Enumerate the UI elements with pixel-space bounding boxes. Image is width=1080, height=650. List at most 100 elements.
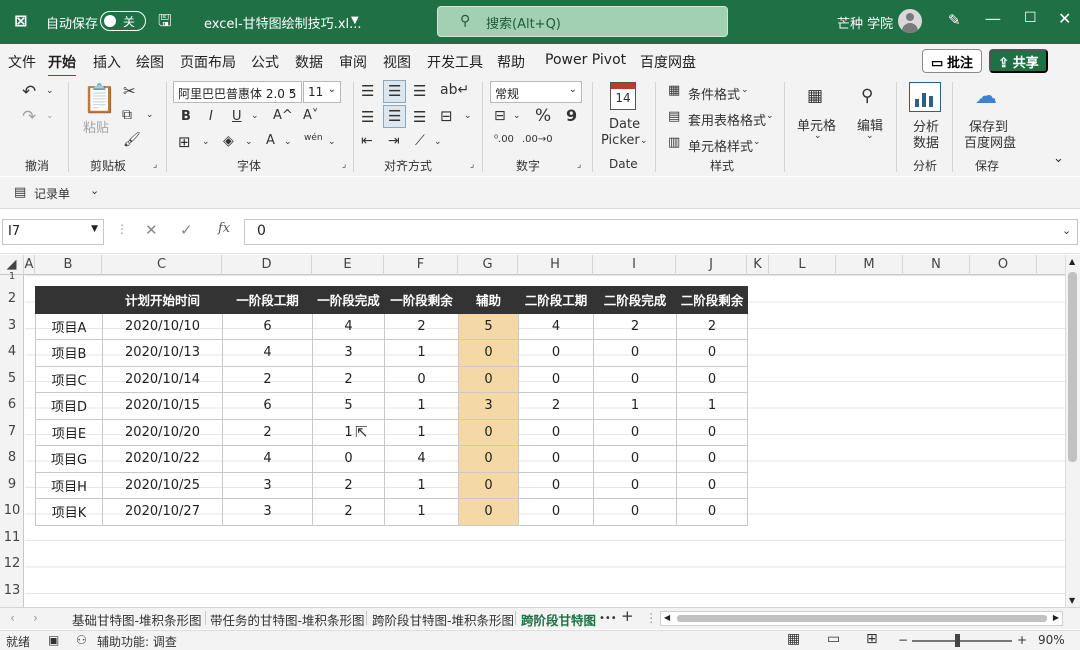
underline-chevron-icon[interactable]: ⌄ — [251, 111, 259, 121]
insert-function-button[interactable]: fx — [218, 221, 230, 236]
table-cell[interactable]: 2 — [676, 312, 748, 340]
table-cell[interactable]: 项目H — [35, 471, 103, 499]
currency-chevron-icon[interactable]: ⌄ — [513, 111, 521, 121]
row-header[interactable]: 11 — [0, 530, 24, 545]
merge-center-icon[interactable]: ⊟ — [440, 107, 453, 125]
column-header-a[interactable]: A — [24, 255, 35, 275]
editing-chevron-icon[interactable]: ⌄ — [866, 131, 874, 141]
font-launcher-icon[interactable]: ⌟ — [342, 160, 346, 170]
page-break-view-icon[interactable]: ⊞ — [866, 631, 878, 647]
header-cell[interactable]: 辅助 — [458, 286, 519, 314]
zoom-level[interactable]: 90% — [1038, 633, 1065, 647]
font-size-select[interactable]: 11 ⌄ — [303, 81, 341, 103]
undo-icon[interactable]: ↶ — [22, 82, 36, 102]
date-picker-chevron-icon[interactable]: ⌄ — [640, 136, 648, 146]
share-button[interactable]: ⇪ 共享 — [989, 49, 1048, 73]
table-cell[interactable]: 1 — [593, 392, 677, 420]
table-format-icon[interactable]: ▤ — [668, 109, 680, 124]
table-cell[interactable]: 0 — [593, 365, 677, 393]
table-cell[interactable]: 0 — [676, 498, 748, 526]
table-cell[interactable]: 0 — [676, 471, 748, 499]
copy-chevron-icon[interactable]: ⌄ — [146, 110, 154, 120]
table-cell[interactable]: 1 — [384, 418, 459, 446]
cells-chevron-icon[interactable]: ⌄ — [814, 131, 822, 141]
table-cell[interactable]: 4 — [518, 312, 594, 340]
comment-button[interactable]: ▭ 批注 — [922, 49, 982, 73]
accessibility-icon[interactable]: ⚇ — [76, 633, 87, 647]
row-header[interactable]: 7 — [0, 424, 24, 439]
menu-developer[interactable]: 开发工具 — [427, 52, 483, 72]
row-header[interactable]: 8 — [0, 450, 24, 465]
aux-cell[interactable]: 0 — [458, 498, 519, 526]
underline-button[interactable]: U — [232, 109, 242, 124]
table-cell[interactable]: 2 — [312, 365, 385, 393]
clipboard-launcher-icon[interactable]: ⌟ — [153, 160, 157, 170]
find-icon[interactable]: ⚲ — [861, 86, 873, 106]
header-cell[interactable]: 一阶段完成 — [312, 286, 385, 314]
menu-draw[interactable]: 绘图 — [136, 52, 164, 72]
aux-cell[interactable]: 0 — [458, 445, 519, 473]
column-header-n[interactable]: N — [903, 255, 970, 275]
header-cell[interactable]: 二阶段工期 — [518, 286, 594, 314]
align-right-icon[interactable]: ☰ — [413, 108, 426, 126]
table-cell[interactable]: 项目D — [35, 392, 103, 420]
pen-icon[interactable]: ✎ — [948, 11, 961, 29]
table-cell[interactable]: 2020/10/25 — [102, 471, 223, 499]
menu-review[interactable]: 审阅 — [339, 52, 367, 72]
row-header[interactable]: 1 — [0, 271, 24, 282]
table-cell[interactable]: 0 — [593, 445, 677, 473]
table-cell[interactable]: 0 — [518, 445, 594, 473]
user-name[interactable]: 芒种 学院 — [837, 13, 893, 32]
fill-color-icon[interactable]: ◈ — [223, 133, 234, 149]
table-cell[interactable]: 0 — [518, 471, 594, 499]
table-cell[interactable]: 项目B — [35, 339, 103, 367]
table-cell[interactable]: 0 — [676, 418, 748, 446]
table-cell[interactable]: 1 — [312, 418, 385, 446]
table-cell[interactable]: 项目E — [35, 418, 103, 446]
table-cell[interactable]: 6 — [222, 312, 313, 340]
border-chevron-icon[interactable]: ⌄ — [202, 137, 210, 147]
formula-input[interactable]: 0 — [244, 219, 1078, 245]
table-cell[interactable]: 3 — [312, 339, 385, 367]
customize-qat-icon[interactable]: ⌄ — [90, 184, 99, 197]
cell-style-icon[interactable]: ▥ — [668, 135, 680, 150]
cells-icon[interactable]: ▦ — [807, 86, 823, 106]
form-icon[interactable]: ▤ — [14, 185, 26, 200]
table-cell[interactable]: 2020/10/15 — [102, 392, 223, 420]
shrink-font-button[interactable]: A˅ — [303, 108, 318, 123]
close-icon[interactable]: ✕ — [1058, 9, 1071, 28]
column-header-m[interactable]: M — [836, 255, 903, 275]
table-cell[interactable]: 0 — [676, 365, 748, 393]
save-icon[interactable]: 🖫 — [158, 10, 172, 37]
decrease-indent-icon[interactable]: ⇤ — [361, 133, 373, 149]
table-cell[interactable]: 0 — [676, 339, 748, 367]
cell-style-button[interactable]: 单元格样式 — [688, 136, 753, 155]
alignment-launcher-icon[interactable]: ⌟ — [470, 160, 474, 170]
table-cell[interactable]: 4 — [222, 339, 313, 367]
redo-icon[interactable]: ↷ — [22, 107, 36, 127]
align-middle-icon[interactable]: ☰ — [388, 82, 401, 100]
table-cell[interactable]: 0 — [518, 498, 594, 526]
zoom-slider-track[interactable] — [912, 640, 1012, 642]
filename-chevron-icon[interactable]: ▼ — [351, 15, 359, 26]
menu-view[interactable]: 视图 — [383, 52, 411, 72]
merge-chevron-icon[interactable]: ⌄ — [464, 111, 472, 121]
table-cell[interactable]: 4 — [384, 445, 459, 473]
aux-cell[interactable]: 0 — [458, 365, 519, 393]
baidu-cloud-icon[interactable]: ☁ — [975, 84, 997, 109]
analyze-data-icon[interactable] — [909, 82, 941, 112]
table-cell[interactable]: 2020/10/10 — [102, 312, 223, 340]
expand-formula-icon[interactable]: ⌄ — [1062, 224, 1071, 237]
column-header-e[interactable]: E — [312, 255, 384, 275]
table-cell[interactable]: 2020/10/20 — [102, 418, 223, 446]
table-cell[interactable]: 2 — [518, 392, 594, 420]
align-center-icon[interactable]: ☰ — [388, 107, 401, 125]
table-format-chevron-icon[interactable]: ⌄ — [766, 111, 774, 121]
tab-scroll-left-icon[interactable]: ‹ — [10, 610, 15, 625]
orientation-chevron-icon[interactable]: ⌄ — [434, 137, 442, 147]
sheet-tab[interactable]: 带任务的甘特图-堆积条形图 — [210, 610, 365, 629]
table-cell[interactable]: 2 — [312, 471, 385, 499]
column-header-i[interactable]: I — [593, 255, 676, 275]
number-format-select[interactable]: 常规 ⌄ — [490, 81, 582, 103]
decrease-decimal-icon[interactable]: .00→0 — [522, 134, 553, 145]
